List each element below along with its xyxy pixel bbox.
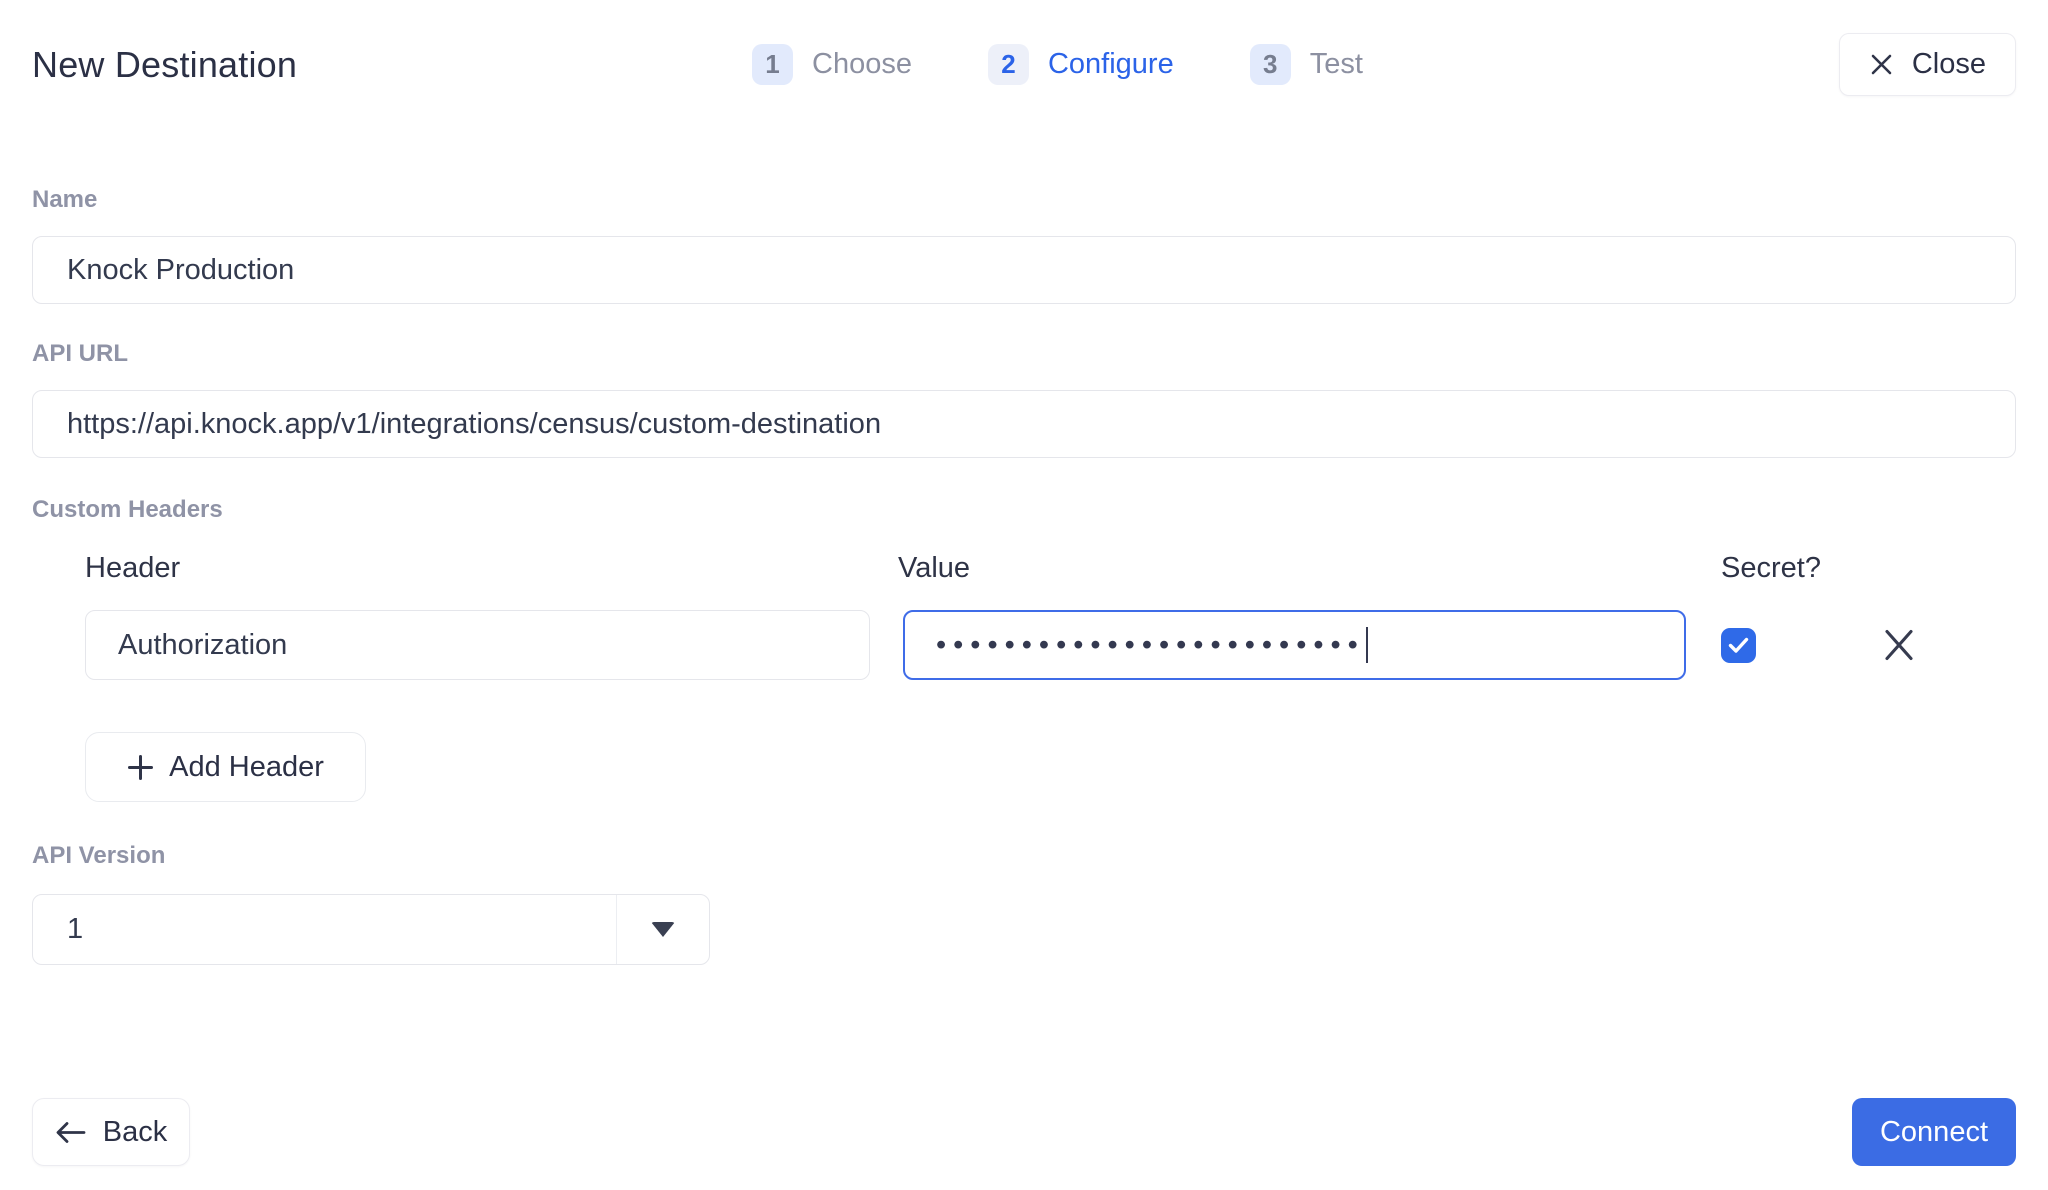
back-button[interactable]: Back [32, 1098, 190, 1166]
arrow-left-icon [55, 1120, 86, 1145]
step-test[interactable]: 3 Test [1250, 44, 1363, 85]
close-button[interactable]: Close [1839, 33, 2016, 96]
api-version-select[interactable]: 1 [32, 894, 710, 965]
step-choose[interactable]: 1 Choose [752, 44, 912, 85]
name-label: Name [32, 186, 2016, 214]
header-value-input[interactable]: ••••••••••••••••••••••••• [903, 610, 1686, 680]
text-cursor [1366, 627, 1368, 663]
api-url-label: API URL [32, 340, 2016, 368]
dialog-header: New Destination 1 Choose 2 Configure 3 T… [32, 0, 2016, 96]
step-test-number: 3 [1250, 44, 1291, 85]
page-title: New Destination [32, 44, 297, 86]
step-test-label: Test [1310, 48, 1363, 81]
column-secret-label: Secret? [1721, 552, 1821, 585]
stepper: 1 Choose 2 Configure 3 Test [752, 33, 1363, 96]
custom-headers-label: Custom Headers [32, 496, 2016, 524]
add-header-button[interactable]: Add Header [85, 732, 366, 802]
add-header-label: Add Header [169, 751, 324, 784]
header-key-input[interactable] [85, 610, 870, 680]
delete-x-icon [1881, 627, 1917, 663]
plus-icon [127, 754, 154, 781]
custom-headers-column-row: Header Value Secret? [32, 552, 2016, 584]
new-destination-dialog: New Destination 1 Choose 2 Configure 3 T… [0, 0, 2048, 1190]
step-configure-number: 2 [988, 44, 1029, 85]
close-button-label: Close [1912, 48, 1986, 81]
api-version-label: API Version [32, 842, 2016, 870]
api-url-input[interactable] [32, 390, 2016, 458]
select-arrow-box[interactable] [616, 895, 709, 964]
api-version-selected-value: 1 [33, 895, 616, 964]
connect-button[interactable]: Connect [1852, 1098, 2016, 1166]
secret-checkbox[interactable] [1721, 628, 1756, 663]
step-choose-label: Choose [812, 48, 912, 81]
back-button-label: Back [103, 1116, 167, 1149]
column-header-label: Header [85, 552, 180, 585]
step-configure[interactable]: 2 Configure [988, 44, 1174, 85]
close-icon [1869, 52, 1894, 77]
connect-button-label: Connect [1880, 1116, 1988, 1149]
name-input[interactable] [32, 236, 2016, 304]
masked-secret-value: ••••••••••••••••••••••••• [936, 631, 1365, 660]
chevron-down-icon [651, 922, 675, 937]
dialog-footer: Back Connect [32, 1098, 2016, 1166]
check-icon [1728, 637, 1749, 654]
column-value-label: Value [898, 552, 970, 585]
custom-header-row: ••••••••••••••••••••••••• [32, 610, 2016, 680]
step-configure-label: Configure [1048, 48, 1174, 81]
step-choose-number: 1 [752, 44, 793, 85]
delete-header-button[interactable] [1880, 626, 1918, 664]
